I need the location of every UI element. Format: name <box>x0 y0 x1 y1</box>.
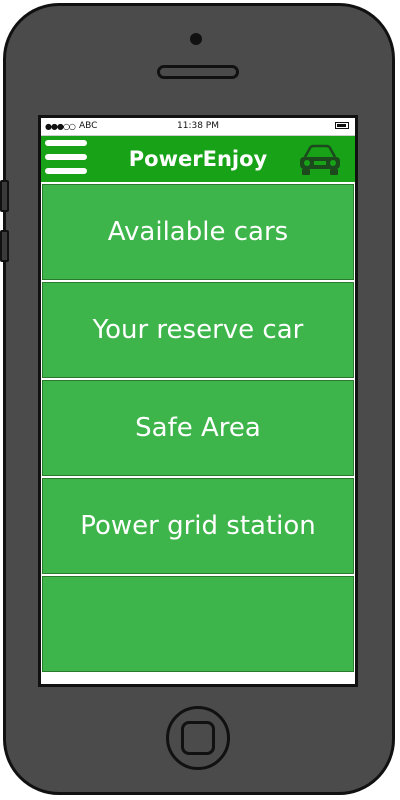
menu-item-label: Your reserve car <box>92 315 304 345</box>
menu-item-label: Power grid station <box>80 511 316 541</box>
menu-item-power-grid-station[interactable]: Power grid station <box>42 478 354 574</box>
menu-item-empty[interactable] <box>42 576 354 672</box>
battery-icon <box>335 122 349 129</box>
main-menu: Available cars Your reserve car Safe Are… <box>41 182 355 674</box>
app-header: PowerEnjoy <box>41 136 355 182</box>
menu-item-available-cars[interactable]: Available cars <box>42 184 354 280</box>
menu-item-your-reserve-car[interactable]: Your reserve car <box>42 282 354 378</box>
phone-screen: ●●●○○ ABC 11:38 PM PowerEnjoy Available … <box>38 115 358 687</box>
status-bar: ●●●○○ ABC 11:38 PM <box>41 118 355 136</box>
phone-side-button <box>0 180 9 212</box>
phone-speaker <box>157 65 239 79</box>
menu-item-label: Available cars <box>107 217 289 247</box>
status-time: 11:38 PM <box>177 121 219 131</box>
home-square-icon <box>181 721 215 755</box>
menu-item-label: Safe Area <box>135 413 261 443</box>
phone-camera <box>190 33 202 45</box>
phone-side-button <box>0 230 9 262</box>
menu-item-safe-area[interactable]: Safe Area <box>42 380 354 476</box>
car-icon[interactable] <box>297 143 343 177</box>
